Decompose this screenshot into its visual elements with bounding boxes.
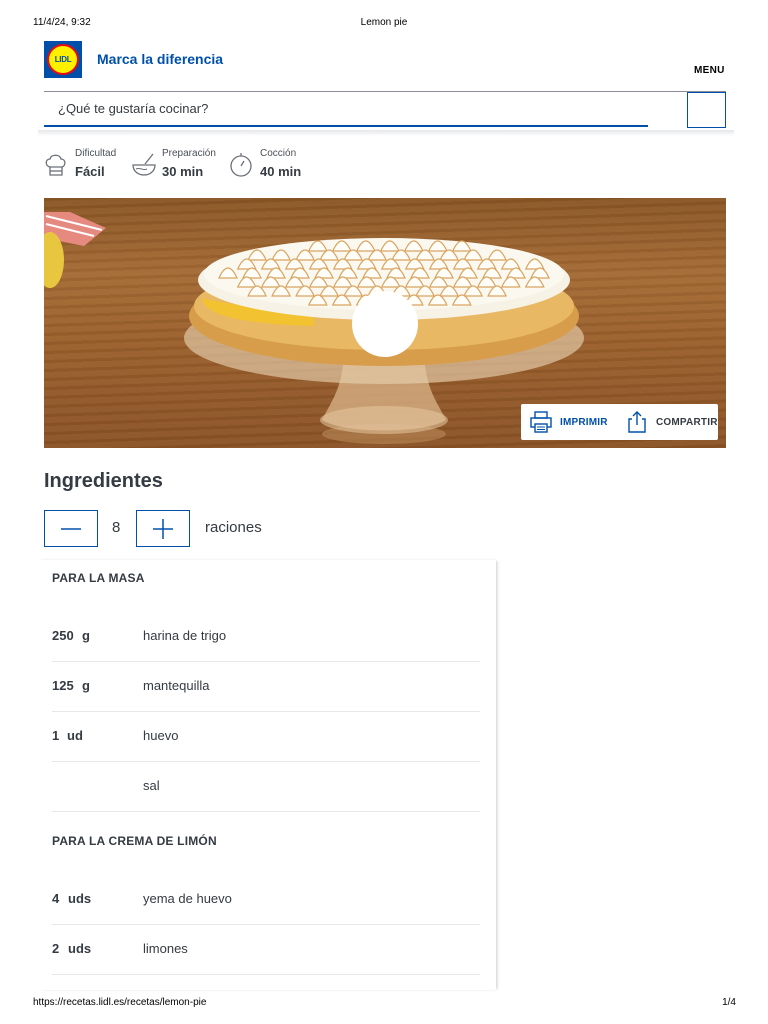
ingredient-row: sal <box>52 761 480 812</box>
meta-value: 40 min <box>260 164 302 179</box>
recipe-hero-image: IMPRIMIR COMPARTIR <box>44 198 726 448</box>
ingredient-row: 4 uds yema de huevo <box>52 874 480 925</box>
hero-action-bar: IMPRIMIR COMPARTIR <box>521 404 718 440</box>
ingredient-qty: 1 <box>52 728 60 743</box>
ingredient-unit: uds <box>68 941 92 956</box>
share-icon <box>628 411 646 433</box>
ingredient-row: 1 ud huevo <box>52 711 480 762</box>
portion-count: 8 <box>112 519 121 536</box>
ingredient-row: 125 g mantequilla <box>52 661 480 712</box>
share-label: COMPARTIR <box>656 416 718 428</box>
ingredient-qty: 2 <box>52 941 60 956</box>
timer-icon <box>230 153 252 177</box>
chef-hat-icon <box>45 154 66 176</box>
print-url: https://recetas.lidl.es/recetas/lemon-pi… <box>33 997 207 1008</box>
print-doc-title: Lemon pie <box>360 17 408 28</box>
section-title-masa: PARA LA MASA <box>52 571 145 585</box>
ingredient-unit: uds <box>68 891 92 906</box>
meta-difficulty: Dificultad Fácil <box>44 148 134 184</box>
ingredient-row: 250 g harina de trigo <box>52 611 480 662</box>
ingredient-qty: 250 <box>52 628 74 643</box>
search-input[interactable] <box>44 92 648 127</box>
ingredient-row: 2 uds limones <box>52 924 480 975</box>
ingredient-name: limones <box>143 941 188 956</box>
lidl-logo-mark: LIDL <box>47 44 79 75</box>
ingredient-unit: g <box>82 678 90 693</box>
search-bar <box>44 91 726 128</box>
ingredients-list: PARA LA MASA 250 g harina de trigo 125 g… <box>38 560 496 990</box>
print-button[interactable]: IMPRIMIR <box>529 404 608 440</box>
meta-label: Dificultad <box>75 148 117 159</box>
increase-portions-button[interactable] <box>136 510 190 547</box>
ingredient-name: sal <box>143 778 160 793</box>
printer-icon <box>530 411 552 433</box>
menu-button[interactable]: MENU <box>694 65 725 76</box>
ingredient-unit: ud <box>67 728 83 743</box>
portion-unit: raciones <box>205 519 262 536</box>
meta-value: Fácil <box>75 164 105 179</box>
ingredient-unit: g <box>82 628 90 643</box>
search-button[interactable] <box>687 92 726 128</box>
brand-tagline: Marca la diferencia <box>97 51 224 67</box>
decrease-portions-button[interactable] <box>44 510 98 547</box>
print-page-number: 1/4 <box>722 997 736 1008</box>
lidl-logo[interactable]: LIDL <box>44 41 82 78</box>
section-title-crema: PARA LA CREMA DE LIMÓN <box>52 834 217 848</box>
plus-icon <box>153 518 173 539</box>
print-label: IMPRIMIR <box>560 416 608 428</box>
meta-value: 30 min <box>162 164 204 179</box>
ingredients-title: Ingredientes <box>44 470 163 492</box>
mixing-bowl-icon <box>132 153 156 176</box>
ingredient-qty: 125 <box>52 678 74 693</box>
ingredient-name: harina de trigo <box>143 628 227 643</box>
ingredient-name: mantequilla <box>143 678 210 693</box>
ingredient-qty: 4 <box>52 891 60 906</box>
ingredient-name: huevo <box>143 728 179 743</box>
meta-cooking: Cocción 40 min <box>229 148 319 184</box>
header-shadow <box>38 130 734 136</box>
share-button[interactable]: COMPARTIR <box>626 404 718 440</box>
minus-icon <box>61 527 81 530</box>
meta-label: Cocción <box>260 148 297 159</box>
ingredient-name: yema de huevo <box>143 891 232 906</box>
meta-label: Preparación <box>162 148 216 159</box>
meta-preparation: Preparación 30 min <box>131 148 231 184</box>
